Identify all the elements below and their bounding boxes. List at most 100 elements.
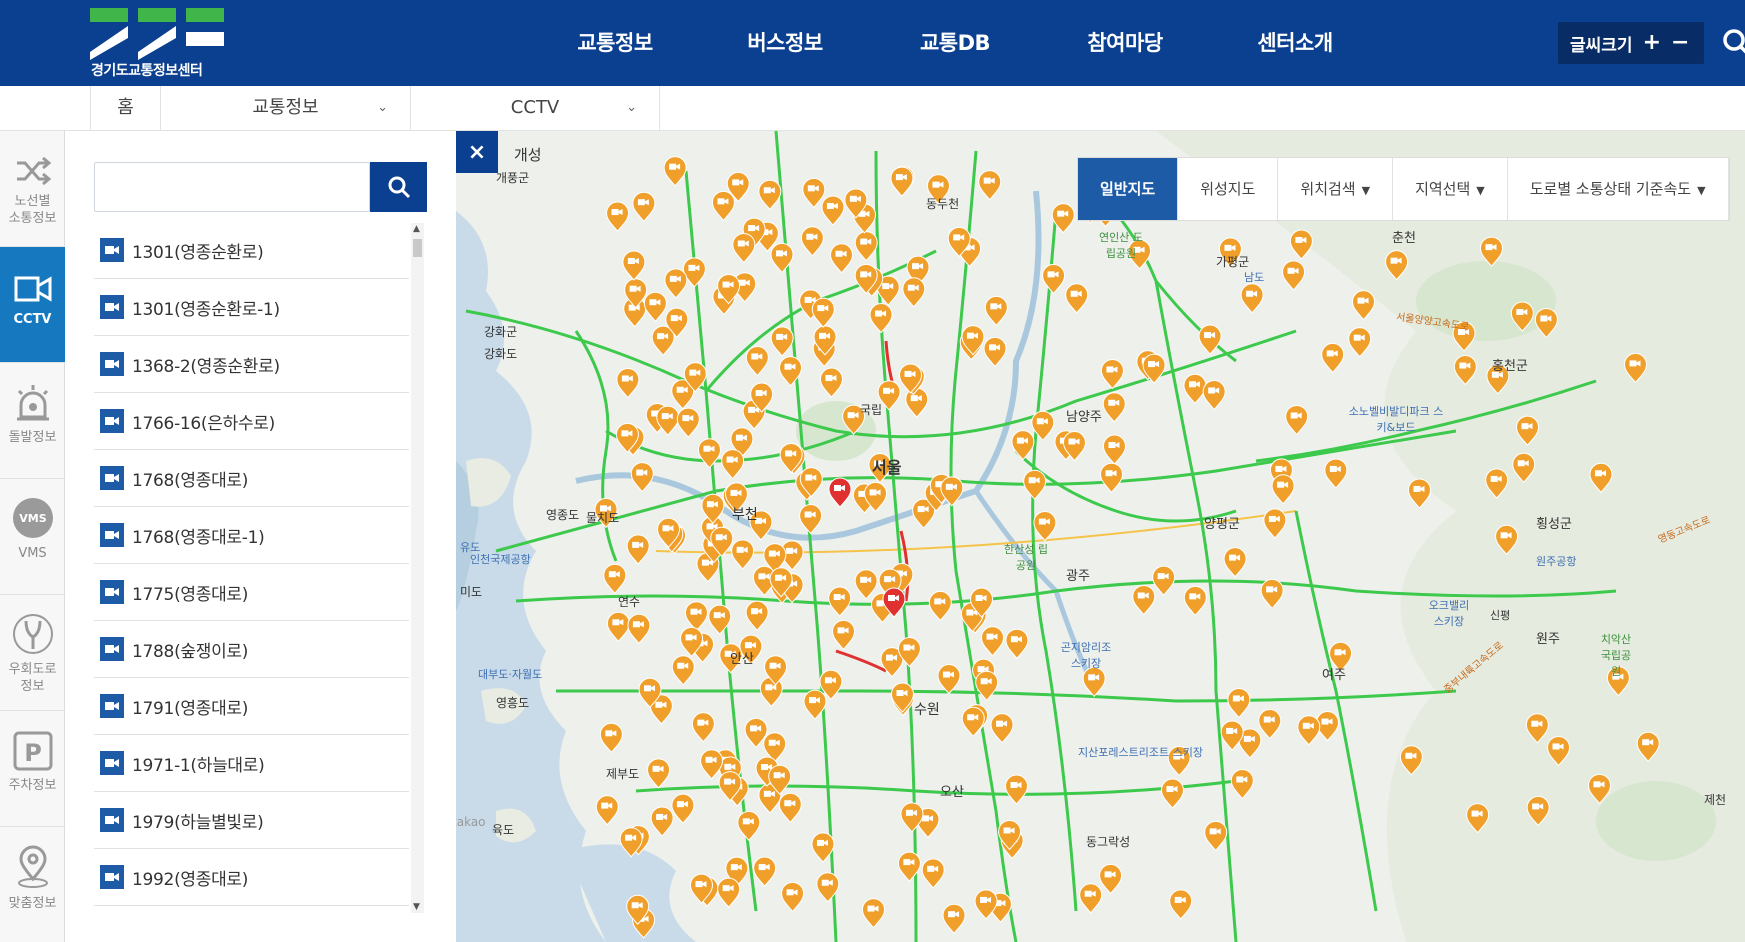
cctv-map-marker[interactable] xyxy=(664,268,688,299)
cctv-map-marker[interactable] xyxy=(622,250,646,281)
cctv-map-marker[interactable] xyxy=(937,664,961,695)
cctv-map-marker[interactable] xyxy=(1198,324,1222,355)
sidebar-item-route-traffic[interactable]: 노선별 소통정보 xyxy=(0,131,65,247)
font-increase-button[interactable]: + xyxy=(1643,32,1661,54)
cctv-map-marker[interactable] xyxy=(828,586,852,617)
cctv-map-marker[interactable] xyxy=(1240,283,1264,314)
map-toolbar-button-2[interactable]: 위치검색 ▼ xyxy=(1278,158,1394,220)
cctv-list-item[interactable]: 1768(영종대로) xyxy=(94,450,409,507)
incident-map-marker[interactable] xyxy=(828,477,852,508)
cctv-map-marker[interactable] xyxy=(1230,769,1254,800)
cctv-map-marker[interactable] xyxy=(1005,628,1029,659)
cctv-map-marker[interactable] xyxy=(1352,290,1376,321)
breadcrumb-level2-dropdown[interactable]: CCTV ⌄ xyxy=(410,86,660,130)
cctv-map-marker[interactable] xyxy=(1132,585,1156,616)
map-toolbar-button-0[interactable]: 일반지도 xyxy=(1078,158,1179,220)
cctv-map-marker[interactable] xyxy=(1183,585,1207,617)
map-toolbar-button-3[interactable]: 지역선택 ▼ xyxy=(1393,158,1508,220)
cctv-map-marker[interactable] xyxy=(745,600,769,631)
cctv-map-marker[interactable] xyxy=(599,722,623,754)
cctv-list-item[interactable]: 1788(숲쟁이로) xyxy=(94,621,409,678)
breadcrumb-home[interactable]: 홈 xyxy=(90,86,160,130)
cctv-map-marker[interactable] xyxy=(799,504,823,535)
scroll-down-icon[interactable]: ▼ xyxy=(413,902,420,912)
sidebar-item-vms[interactable]: VMS VMS xyxy=(0,479,65,595)
cctv-map-marker[interactable] xyxy=(630,462,654,493)
nav-participation[interactable]: 참여마당 xyxy=(1040,0,1210,86)
cctv-map-marker[interactable] xyxy=(1079,883,1103,914)
cctv-map-marker[interactable] xyxy=(942,903,966,934)
cctv-map-marker[interactable] xyxy=(1282,260,1306,291)
cctv-map-marker[interactable] xyxy=(759,676,783,708)
cctv-map-marker[interactable] xyxy=(981,626,1005,657)
cctv-list-item[interactable]: 1368-2(영종순환로) xyxy=(94,336,409,393)
cctv-map-marker[interactable] xyxy=(978,170,1002,201)
cctv-map-marker[interactable] xyxy=(1258,709,1282,740)
nav-about[interactable]: 센터소개 xyxy=(1210,0,1380,86)
cctv-map-marker[interactable] xyxy=(647,758,671,789)
cctv-map-marker[interactable] xyxy=(616,368,640,399)
cctv-map-marker[interactable] xyxy=(1204,820,1228,852)
cctv-map-marker[interactable] xyxy=(676,407,700,438)
cctv-map-marker[interactable] xyxy=(778,792,802,823)
cctv-search-button[interactable] xyxy=(370,162,427,212)
cctv-map-marker[interactable] xyxy=(921,858,945,889)
cctv-map-marker[interactable] xyxy=(1169,889,1193,920)
cctv-map-marker[interactable] xyxy=(650,806,674,837)
cctv-map-marker[interactable] xyxy=(1033,511,1057,542)
cctv-map-marker[interactable] xyxy=(1102,392,1126,423)
cctv-map-marker[interactable] xyxy=(731,539,755,570)
cctv-map-marker[interactable] xyxy=(684,601,708,632)
cctv-list-item[interactable]: 1979(하늘별빛로) xyxy=(94,792,409,849)
nav-traffic-db[interactable]: 교통DB xyxy=(870,0,1040,86)
cctv-map-marker[interactable] xyxy=(890,166,914,197)
sidebar-item-parking[interactable]: P 주차정보 xyxy=(0,711,65,827)
cctv-map-marker[interactable] xyxy=(671,793,695,824)
cctv-map-marker[interactable] xyxy=(1065,283,1089,314)
cctv-map-marker[interactable] xyxy=(721,449,745,480)
cctv-map-marker[interactable] xyxy=(627,613,651,645)
cctv-map-marker[interactable] xyxy=(1407,478,1431,509)
cctv-map-marker[interactable] xyxy=(753,856,777,887)
cctv-map-marker[interactable] xyxy=(711,190,735,222)
cctv-map-marker[interactable] xyxy=(975,670,999,701)
nav-bus-info[interactable]: 버스정보 xyxy=(700,0,870,86)
cctv-map-marker[interactable] xyxy=(717,877,741,908)
cctv-map-marker[interactable] xyxy=(663,156,687,187)
cctv-map-marker[interactable] xyxy=(984,295,1008,327)
cctv-map-marker[interactable] xyxy=(861,898,885,929)
cctv-map-marker[interactable] xyxy=(632,191,656,222)
map-toolbar-button-4[interactable]: 도로별 소통상태 기준속도 ▼ xyxy=(1508,158,1729,220)
cctv-map-marker[interactable] xyxy=(990,713,1014,744)
cctv-map-marker[interactable] xyxy=(902,277,926,308)
cctv-map-marker[interactable] xyxy=(819,367,843,398)
cctv-map-marker[interactable] xyxy=(656,405,680,436)
cctv-map-marker[interactable] xyxy=(697,438,721,469)
cctv-map-marker[interactable] xyxy=(830,243,854,274)
cctv-map-marker[interactable] xyxy=(1263,508,1287,539)
cctv-list-item[interactable]: 1791(영종대로) xyxy=(94,678,409,735)
cctv-map-marker[interactable] xyxy=(1202,380,1226,411)
cctv-list-item[interactable]: 1301(영종순환로) xyxy=(94,222,409,279)
cctv-list-item[interactable]: 1301(영종순환로-1) xyxy=(94,279,409,336)
cctv-map-marker[interactable] xyxy=(1289,229,1313,260)
cctv-search-input[interactable] xyxy=(94,162,370,212)
nav-traffic-info[interactable]: 교통정보 xyxy=(530,0,700,86)
cctv-map-marker[interactable] xyxy=(1285,405,1309,436)
cctv-map-marker[interactable] xyxy=(928,590,952,622)
font-decrease-button[interactable]: − xyxy=(1671,32,1689,54)
cctv-map-marker[interactable] xyxy=(1011,430,1035,461)
cctv-map-marker[interactable] xyxy=(781,881,805,913)
cctv-map-marker[interactable] xyxy=(811,297,835,328)
sidebar-item-incident[interactable]: 돌발정보 xyxy=(0,363,65,479)
cctv-map-marker[interactable] xyxy=(737,810,761,842)
cctv-map-marker[interactable] xyxy=(905,387,929,418)
cctv-map-marker[interactable] xyxy=(1297,715,1321,746)
cctv-map-marker[interactable] xyxy=(1152,565,1176,596)
cctv-map-marker[interactable] xyxy=(708,604,732,635)
scroll-up-icon[interactable]: ▲ xyxy=(413,224,420,234)
cctv-map-marker[interactable] xyxy=(626,534,650,565)
cctv-list-item[interactable]: 1775(영종대로) xyxy=(94,564,409,621)
cctv-map-marker[interactable] xyxy=(1271,474,1295,505)
cctv-map-marker[interactable] xyxy=(1004,774,1028,805)
